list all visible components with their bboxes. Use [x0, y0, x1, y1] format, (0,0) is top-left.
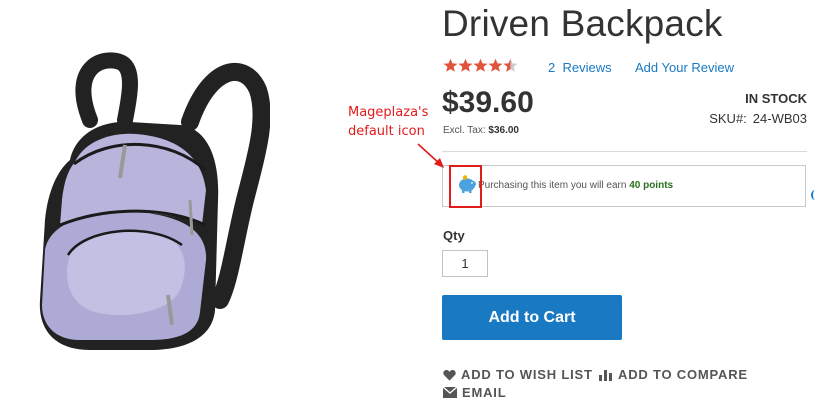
excl-tax-label: Excl. Tax:	[443, 125, 486, 136]
star-icon	[473, 58, 488, 72]
star-icon	[443, 58, 458, 72]
add-to-wishlist-link[interactable]: ADD TO WISH LIST	[443, 367, 593, 382]
reward-points-text: Purchasing this item you will earn 40 po…	[478, 180, 673, 191]
annotation-arrow-icon	[417, 143, 444, 168]
divider	[442, 151, 807, 152]
sku-value: 24-WB03	[752, 111, 807, 126]
product-title: Driven Backpack	[442, 3, 723, 44]
rating-stars	[443, 58, 518, 73]
star-icon	[488, 58, 503, 72]
edge-decoration	[811, 190, 815, 200]
wishlist-label: ADD TO WISH LIST	[461, 367, 593, 382]
reviews-label: Reviews	[562, 60, 612, 75]
heart-icon	[443, 369, 456, 381]
reward-points-value: 40 points	[629, 180, 674, 191]
add-to-compare-link[interactable]: ADD TO COMPARE	[599, 367, 748, 382]
star-icon	[458, 58, 473, 72]
email-label: EMAIL	[462, 385, 507, 400]
annotation-line-2: default icon	[348, 124, 425, 139]
sku: SKU#: 24-WB03	[709, 111, 807, 126]
reviews-link[interactable]: 2 Reviews	[548, 60, 612, 75]
add-review-link[interactable]: Add Your Review	[635, 60, 734, 75]
stock-status: In stock	[745, 91, 807, 106]
product-image-backpack	[39, 52, 270, 350]
annotation-label: Mageplaza's default icon	[348, 103, 428, 141]
reviews-count: 2	[548, 60, 556, 75]
qty-label: Qty	[443, 228, 465, 243]
excl-tax: Excl. Tax: $36.00	[443, 125, 519, 136]
reward-points-prefix: Purchasing this item you will earn	[478, 180, 627, 191]
compare-bars-icon	[599, 369, 612, 381]
email-link[interactable]: EMAIL	[443, 385, 506, 400]
half-star-icon	[503, 58, 518, 72]
annotation-line-1: Mageplaza's	[348, 105, 429, 120]
add-to-cart-button[interactable]: Add to Cart	[442, 295, 622, 340]
excl-tax-value: $36.00	[488, 125, 519, 136]
qty-input[interactable]	[442, 250, 488, 277]
product-price: $39.60	[442, 86, 534, 119]
envelope-icon	[443, 387, 457, 398]
compare-label: ADD TO COMPARE	[618, 367, 748, 382]
sku-label: SKU#:	[709, 111, 747, 126]
